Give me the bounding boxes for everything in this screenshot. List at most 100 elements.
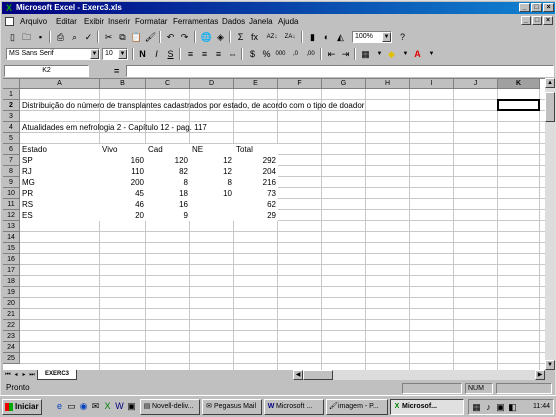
row-header-20[interactable]: 20 <box>3 298 20 309</box>
table-cell[interactable]: RJ <box>20 166 100 177</box>
row-header-9[interactable]: 9 <box>3 177 20 188</box>
font-color-icon[interactable]: A <box>411 48 424 60</box>
function-icon[interactable]: fx <box>248 31 261 43</box>
doc-minimize-button[interactable]: _ <box>521 16 531 25</box>
table-cell[interactable]: 45 <box>100 188 146 199</box>
minimize-button[interactable]: _ <box>519 3 530 12</box>
column-header-e[interactable]: E <box>234 79 278 89</box>
copy-icon[interactable]: ⧉ <box>116 31 129 43</box>
worksheet-grid[interactable]: A B C D E F G H I J K 1 2 3 4 5 6 7 8 9 10 11 12 13 14 15 16 17 18 19… <box>3 78 545 370</box>
table-cell[interactable]: 204 <box>234 166 278 177</box>
help-icon[interactable]: ? <box>396 31 409 43</box>
outlook-icon[interactable]: ✉ <box>90 401 101 412</box>
font-color-dropdown-icon[interactable]: ▼ <box>425 48 438 60</box>
underline-button[interactable]: S <box>164 48 177 60</box>
row-header-6[interactable]: 6 <box>3 144 20 155</box>
table-header-cell[interactable]: Vivo <box>100 144 146 155</box>
table-cell[interactable]: 12 <box>190 166 234 177</box>
menu-inserir[interactable]: Inserir <box>108 17 130 26</box>
row-header-19[interactable]: 19 <box>3 287 20 298</box>
fill-color-icon[interactable]: ◆ <box>385 48 398 60</box>
accessories-icon[interactable]: ▣ <box>126 401 137 412</box>
row-header-25[interactable]: 25 <box>3 353 20 364</box>
horizontal-scrollbar[interactable]: ◀ ▶ <box>293 370 545 380</box>
column-header-a[interactable]: A <box>20 79 100 89</box>
column-header-k[interactable]: K <box>498 79 540 89</box>
table-cell[interactable]: SP <box>20 155 100 166</box>
italic-button[interactable]: I <box>150 48 163 60</box>
chevron-down-icon[interactable]: ▼ <box>90 49 99 59</box>
menu-janela[interactable]: Janela <box>249 17 273 26</box>
borders-icon[interactable]: ▦ <box>359 48 372 60</box>
cell-a4-source[interactable]: Atualidades em nefrologia 2 - Capítulo 1… <box>20 122 322 133</box>
autosum-icon[interactable]: Σ <box>234 31 247 43</box>
percent-button[interactable]: % <box>260 48 273 60</box>
cell-a2-title[interactable]: Distribuição do número de transplantes c… <box>20 100 454 111</box>
row-header-2[interactable]: 2 <box>3 100 20 111</box>
menu-exibir[interactable]: Exibir <box>84 17 104 26</box>
menu-dados[interactable]: Dados <box>222 17 245 26</box>
task-microsoft-excel[interactable]: X Microsof... <box>390 399 464 415</box>
font-name-select[interactable]: MS Sans Serif ▼ <box>6 48 100 60</box>
spelling-icon[interactable]: ✓ <box>82 31 95 43</box>
workbook-icon[interactable] <box>5 17 14 26</box>
table-header-cell[interactable]: Cad <box>146 144 190 155</box>
align-center-icon[interactable]: ≡ <box>198 48 211 60</box>
format-painter-icon[interactable]: 🖌 <box>144 31 157 43</box>
row-header-16[interactable]: 16 <box>3 254 20 265</box>
desktop-icon[interactable]: ▭ <box>66 401 77 412</box>
sort-descending-icon[interactable]: ZA↓ <box>282 31 298 43</box>
select-all-corner[interactable] <box>3 79 20 89</box>
row-header-17[interactable]: 17 <box>3 265 20 276</box>
table-cell[interactable]: 292 <box>234 155 278 166</box>
chevron-down-icon[interactable]: ▼ <box>118 49 127 59</box>
row-header-23[interactable]: 23 <box>3 331 20 342</box>
word-quick-icon[interactable]: W <box>114 401 125 412</box>
last-sheet-icon[interactable]: ⏭ <box>28 371 36 379</box>
row-header-15[interactable]: 15 <box>3 243 20 254</box>
currency-button[interactable]: $ <box>246 48 259 60</box>
table-cell[interactable]: 62 <box>234 199 278 210</box>
table-cell[interactable]: PR <box>20 188 100 199</box>
menu-ajuda[interactable]: Ajuda <box>278 17 298 26</box>
table-cell[interactable]: 216 <box>234 177 278 188</box>
decrease-decimal-button[interactable]: ,00 <box>304 48 317 60</box>
maximize-button[interactable]: □ <box>531 3 542 12</box>
new-file-icon[interactable]: ▯ <box>6 31 19 43</box>
hyperlink-icon[interactable]: 🌐 <box>200 31 213 43</box>
paste-icon[interactable]: 📋 <box>130 31 143 43</box>
table-cell[interactable]: 8 <box>146 177 190 188</box>
doc-restore-button[interactable]: □ <box>532 16 542 25</box>
align-left-icon[interactable]: ≡ <box>184 48 197 60</box>
column-header-i[interactable]: I <box>410 79 454 89</box>
table-cell[interactable]: 9 <box>146 210 190 221</box>
formula-input[interactable] <box>126 65 554 77</box>
scroll-up-icon[interactable]: ▲ <box>545 78 555 88</box>
redo-icon[interactable]: ↷ <box>178 31 191 43</box>
web-toolbar-icon[interactable]: ◈ <box>214 31 227 43</box>
row-header-21[interactable]: 21 <box>3 309 20 320</box>
save-icon[interactable]: ▪ <box>34 31 47 43</box>
row-header-3[interactable]: 3 <box>3 111 20 122</box>
table-cell[interactable]: 160 <box>100 155 146 166</box>
table-cell[interactable] <box>190 199 234 210</box>
vertical-scroll-thumb[interactable] <box>545 92 555 122</box>
table-cell[interactable]: 29 <box>234 210 278 221</box>
task-microsoft-word[interactable]: W Microsoft ... <box>264 399 324 415</box>
column-header-c[interactable]: C <box>146 79 190 89</box>
open-folder-icon[interactable]: 🗀 <box>20 31 33 43</box>
task-pegasus-mail[interactable]: ✉ Pegasus Mail <box>202 399 262 415</box>
internet-explorer-icon[interactable]: e <box>54 401 65 412</box>
table-cell[interactable]: 16 <box>146 199 190 210</box>
column-header-b[interactable]: B <box>100 79 146 89</box>
row-header-7[interactable]: 7 <box>3 155 20 166</box>
font-size-select[interactable]: 10 ▼ <box>102 48 128 60</box>
column-header-d[interactable]: D <box>190 79 234 89</box>
table-header-cell[interactable]: NE <box>190 144 234 155</box>
row-header-13[interactable]: 13 <box>3 221 20 232</box>
next-sheet-icon[interactable]: ▸ <box>20 371 28 379</box>
map-icon[interactable]: ◐ <box>320 31 333 43</box>
tray-app-icon[interactable]: ◧ <box>507 402 518 413</box>
print-preview-icon[interactable]: ⌕ <box>68 31 81 43</box>
align-right-icon[interactable]: ≡ <box>212 48 225 60</box>
